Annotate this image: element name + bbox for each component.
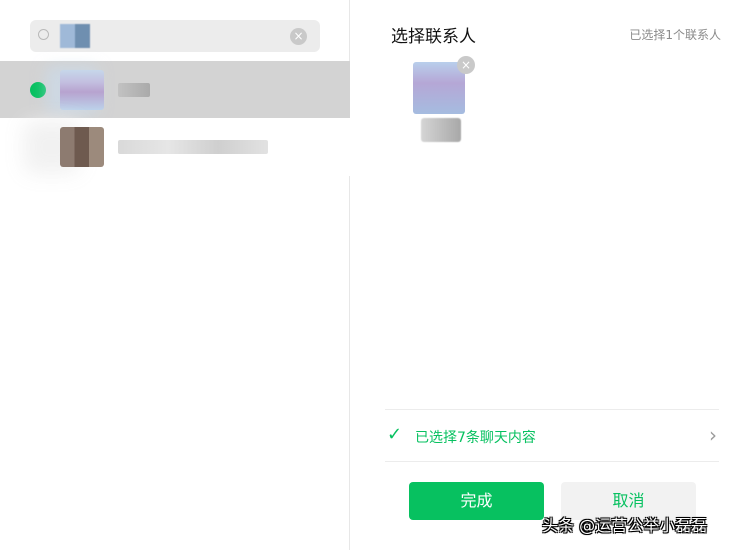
contact-list-pane: × [0,0,350,550]
check-icon: ✓ [387,424,403,445]
search-icon [38,29,49,40]
contact-name-blurred [118,140,268,154]
contact-row-selected[interactable] [0,61,350,119]
chat-content-row[interactable]: ✓ 已选择7条聊天内容 › [385,409,719,462]
clear-search-icon[interactable]: × [290,28,307,45]
search-input[interactable]: × [30,20,320,52]
contact-name-blurred [118,83,150,97]
contact-row[interactable] [0,118,350,176]
selected-radio-icon[interactable] [30,82,46,98]
page-title: 选择联系人 [391,27,476,47]
search-chip-avatar [60,24,90,48]
selected-contact-chip: × [413,56,475,144]
avatar [413,62,465,114]
chevron-right-icon: › [709,423,717,447]
watermark: 头条 @运营公举小磊磊 [542,516,708,535]
selection-pane: 选择联系人 已选择1个联系人 × ✓ 已选择7条聊天内容 › 完成 取消 [351,0,755,550]
done-button[interactable]: 完成 [409,482,544,520]
contact-name-blurred [421,118,461,142]
chat-content-summary: 已选择7条聊天内容 [415,430,536,446]
avatar [60,127,104,167]
remove-contact-icon[interactable]: × [457,56,475,74]
avatar [60,70,104,110]
selected-count: 已选择1个联系人 [629,28,721,42]
